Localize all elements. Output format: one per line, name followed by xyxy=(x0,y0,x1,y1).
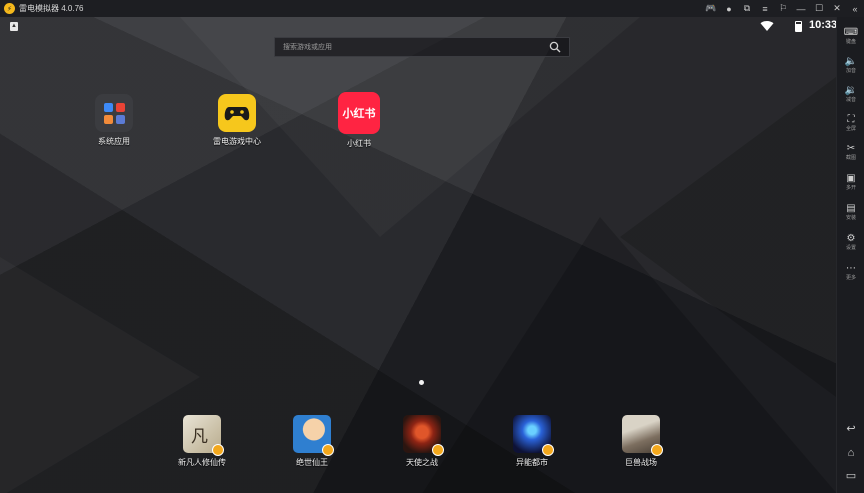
home-icon[interactable]: ⌂ xyxy=(844,446,858,460)
toolbar-volume-up[interactable]: 🔈 加音 xyxy=(837,56,864,82)
wallpaper-facet xyxy=(620,77,836,397)
app-label: 新凡人修仙传 xyxy=(178,458,226,467)
dock-app-supernatural-city[interactable]: 异能都市 xyxy=(495,415,569,468)
toolbar-label: 全屏 xyxy=(845,126,856,132)
gamepad-icon[interactable]: 🎮 xyxy=(702,0,720,17)
more-icon: ⋯ xyxy=(846,263,856,274)
app-label: 绝世仙王 xyxy=(296,458,328,467)
install-apk-icon: ▤ xyxy=(846,203,856,214)
title-bar: ⚡ 雷电模拟器 4.0.76 🎮 ● ⧉ ≡ ⚐ — ☐ ✕ « xyxy=(0,0,864,17)
toolbar-label: 更多 xyxy=(845,275,856,281)
mini-app-icon xyxy=(115,102,125,112)
app-label: 小红书 xyxy=(347,139,371,148)
app-label: 异能都市 xyxy=(516,458,548,467)
toolbar-volume-down[interactable]: 🔉 减音 xyxy=(837,85,864,111)
collapse-sidebar-icon[interactable]: « xyxy=(846,0,864,17)
maximize-button[interactable]: ☐ xyxy=(810,0,828,17)
toolbar-screenshot[interactable]: ✂ 截图 xyxy=(837,143,864,169)
menu-icon[interactable]: ≡ xyxy=(756,0,774,17)
toolbar-keyboard[interactable]: ⌨ 键盘 xyxy=(837,27,864,53)
emulator-toolbar: ⌨ 键盘 🔈 加音 🔉 减音 ⛶ 全屏 ✂ 截图 ▣ 多开 ▤ 安装 ⚙ 设置 … xyxy=(836,17,864,493)
scissors-icon: ✂ xyxy=(846,143,856,154)
game-icon[interactable] xyxy=(293,415,334,456)
gamepad-icon[interactable] xyxy=(218,94,256,132)
toolbar-install[interactable]: ▤ 安装 xyxy=(837,203,864,229)
dock-app-beast-battlefield[interactable]: 巨兽战场 xyxy=(604,415,678,468)
app-label: 系统应用 xyxy=(98,137,130,146)
app-label: 雷电游戏中心 xyxy=(213,137,261,146)
android-home-screen: ▲ 10:33 系统应用 雷电游戏中心 xyxy=(0,17,836,493)
game-badge-icon xyxy=(212,444,224,456)
toolbar-label: 键盘 xyxy=(845,39,856,45)
app-system-apps[interactable]: 系统应用 xyxy=(77,94,151,147)
close-button[interactable]: ✕ xyxy=(828,0,846,17)
mini-app-icon xyxy=(103,114,113,124)
toolbar-settings[interactable]: ⚙ 设置 xyxy=(837,233,864,259)
game-icon[interactable] xyxy=(622,415,663,456)
toolbar-label: 设置 xyxy=(845,245,856,251)
game-icon[interactable]: 凡 xyxy=(183,415,224,456)
game-icon-glyph: 凡 xyxy=(191,427,208,447)
volume-down-icon: 🔉 xyxy=(844,85,858,96)
multi-instance-icon: ▣ xyxy=(846,173,856,184)
toolbar-multi-instance[interactable]: ▣ 多开 xyxy=(837,173,864,199)
search-input[interactable] xyxy=(283,38,533,56)
dock-app-new-mortal-cultivation[interactable]: 凡 新凡人修仙传 xyxy=(165,415,239,468)
search-bar[interactable] xyxy=(274,37,570,57)
xiaohongshu-icon[interactable]: 小红书 xyxy=(338,92,380,134)
app-label: 天使之战 xyxy=(406,458,438,467)
system-apps-folder-icon[interactable] xyxy=(95,94,133,132)
gamepad-glyph-icon xyxy=(224,107,250,121)
multi-window-icon[interactable]: ⧉ xyxy=(738,0,756,17)
dock-app-angel-war[interactable]: 天使之战 xyxy=(385,415,459,468)
pin-icon[interactable]: ⚐ xyxy=(774,0,792,17)
app-xiaohongshu[interactable]: 小红书 小红书 xyxy=(322,92,396,149)
toolbar-fullscreen[interactable]: ⛶ 全屏 xyxy=(837,114,864,140)
game-badge-icon xyxy=(322,444,334,456)
keyboard-icon: ⌨ xyxy=(843,27,859,38)
game-badge-icon xyxy=(651,444,663,456)
minimize-button[interactable]: — xyxy=(792,0,810,17)
recent-apps-icon[interactable]: ▭ xyxy=(844,469,858,483)
toolbar-label: 安装 xyxy=(845,215,856,221)
wifi-icon xyxy=(760,20,774,31)
toolbar-label: 截图 xyxy=(845,155,856,161)
mini-app-icon xyxy=(103,102,113,112)
search-icon[interactable] xyxy=(549,41,561,53)
toolbar-more[interactable]: ⋯ 更多 xyxy=(837,263,864,289)
app-ld-game-center[interactable]: 雷电游戏中心 xyxy=(200,94,274,147)
toolbar-label: 加音 xyxy=(845,68,856,74)
game-icon[interactable] xyxy=(513,415,554,456)
window-title: 雷电模拟器 4.0.76 xyxy=(19,4,84,13)
game-badge-icon xyxy=(542,444,554,456)
xiaohongshu-logo-text: 小红书 xyxy=(342,108,376,120)
app-label: 巨兽战场 xyxy=(625,458,657,467)
clock: 10:33 xyxy=(809,19,836,31)
gear-icon: ⚙ xyxy=(846,233,856,244)
volume-up-icon: 🔈 xyxy=(844,56,858,67)
mini-app-icon xyxy=(115,114,125,124)
back-icon[interactable]: ↩ xyxy=(844,422,858,436)
toolbar-label: 多开 xyxy=(845,185,856,191)
dock-app-peerless-immortal-king[interactable]: 绝世仙王 xyxy=(275,415,349,468)
window-controls: 🎮 ● ⧉ ≡ ⚐ — ☐ ✕ « xyxy=(702,0,864,17)
account-icon[interactable]: ● xyxy=(720,0,738,17)
game-icon[interactable] xyxy=(403,415,444,456)
status-bar: ▲ 10:33 xyxy=(0,17,836,37)
toolbar-label: 减音 xyxy=(845,97,856,103)
fullscreen-icon: ⛶ xyxy=(847,114,855,125)
game-badge-icon xyxy=(432,444,444,456)
emulator-logo-icon: ⚡ xyxy=(4,3,15,14)
battery-icon xyxy=(795,21,802,32)
page-indicator xyxy=(419,380,424,385)
notification-icon: ▲ xyxy=(10,22,18,31)
